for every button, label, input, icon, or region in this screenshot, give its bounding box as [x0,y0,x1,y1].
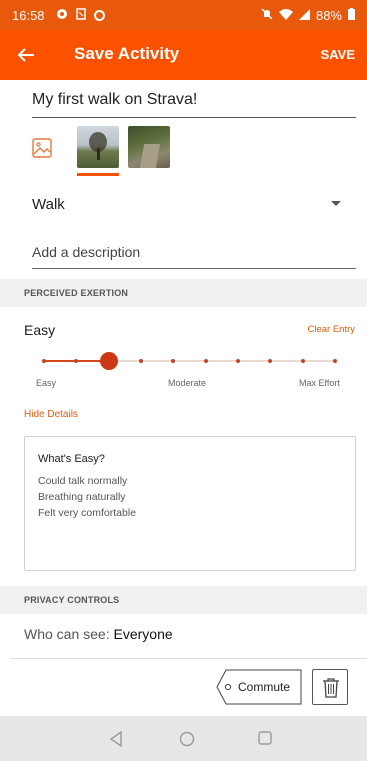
exertion-level-label: Easy [24,322,56,338]
status-time: 16:58 [12,8,45,23]
wifi-icon [278,8,293,23]
exertion-details-box: What's Easy? Could talk normally Breathi… [24,436,356,571]
app-bar: Save Activity SAVE [0,30,367,80]
sim-icon [76,8,86,23]
selected-thumbnail-indicator [77,173,119,176]
commute-button[interactable]: Commute [216,669,302,705]
recents-square-icon[interactable] [258,731,272,750]
scale-label-max-effort: Max Effort [299,378,340,388]
slider-step-dot[interactable] [300,359,305,363]
slider-step-dot[interactable] [139,359,143,363]
privacy-row[interactable]: Who can see: Everyone [24,626,173,642]
back-arrow-icon[interactable] [14,43,38,67]
page-title: Save Activity [74,44,180,63]
section-title: PERCEIVED EXERTION [24,288,129,298]
image-icon[interactable] [30,136,54,160]
activity-name-field[interactable]: My first walk on Strava! [32,86,356,118]
back-triangle-icon[interactable] [109,730,123,752]
slider-step-dot[interactable] [236,359,240,363]
slider-knob[interactable] [99,352,118,370]
description-field[interactable]: Add a description [32,240,356,269]
details-heading: What's Easy? [38,453,105,465]
exertion-slider[interactable] [42,352,337,370]
slider-step-dot[interactable] [268,359,273,363]
trash-icon [323,678,339,698]
slider-step-dot[interactable] [42,359,46,363]
scale-label-easy: Easy [36,378,57,388]
status-right: 88% [261,8,355,23]
hide-details-link[interactable]: Hide Details [24,409,78,420]
commute-label: Commute [238,680,291,694]
settings-icon [56,8,68,23]
activity-name-value: My first walk on Strava! [32,91,198,108]
battery-percent: 88% [315,8,342,23]
details-line: Felt very comfortable [38,507,137,519]
home-circle-icon[interactable] [179,731,195,752]
slider-step-dot[interactable] [333,359,337,363]
save-button[interactable]: SAVE [321,47,355,62]
status-left-icons [56,8,105,23]
perceived-exertion-header: PERCEIVED EXERTION [0,279,367,307]
scale-label-moderate: Moderate [168,378,207,388]
details-line: Could talk normally [38,475,128,487]
slider-step-dot[interactable] [74,359,79,363]
path-shape [139,144,161,168]
divider [10,658,367,659]
details-line: Breathing naturally [38,491,126,503]
slider-step-dot[interactable] [171,359,176,363]
description-placeholder: Add a description [32,244,141,260]
photo-thumbnail[interactable] [77,126,119,168]
slider-step-dot[interactable] [203,359,208,363]
photo-thumbnail[interactable] [128,126,170,168]
circle-icon [94,10,105,21]
system-nav-bar [0,716,367,761]
status-bar: 16:58 88% [0,0,367,30]
delete-button[interactable] [312,669,348,705]
activity-type-select[interactable]: Walk [32,196,65,213]
privacy-label: Who can see: [24,626,110,642]
battery-icon [348,8,355,23]
clear-entry-link[interactable]: Clear Entry [307,324,355,335]
privacy-controls-header: PRIVACY CONTROLS [0,586,367,614]
privacy-value: Everyone [113,626,173,642]
section-title: PRIVACY CONTROLS [24,595,120,605]
signal-icon [298,8,310,23]
dropdown-arrow-icon[interactable] [331,201,341,206]
tree-trunk-shape [97,148,100,160]
mute-icon [261,8,273,23]
